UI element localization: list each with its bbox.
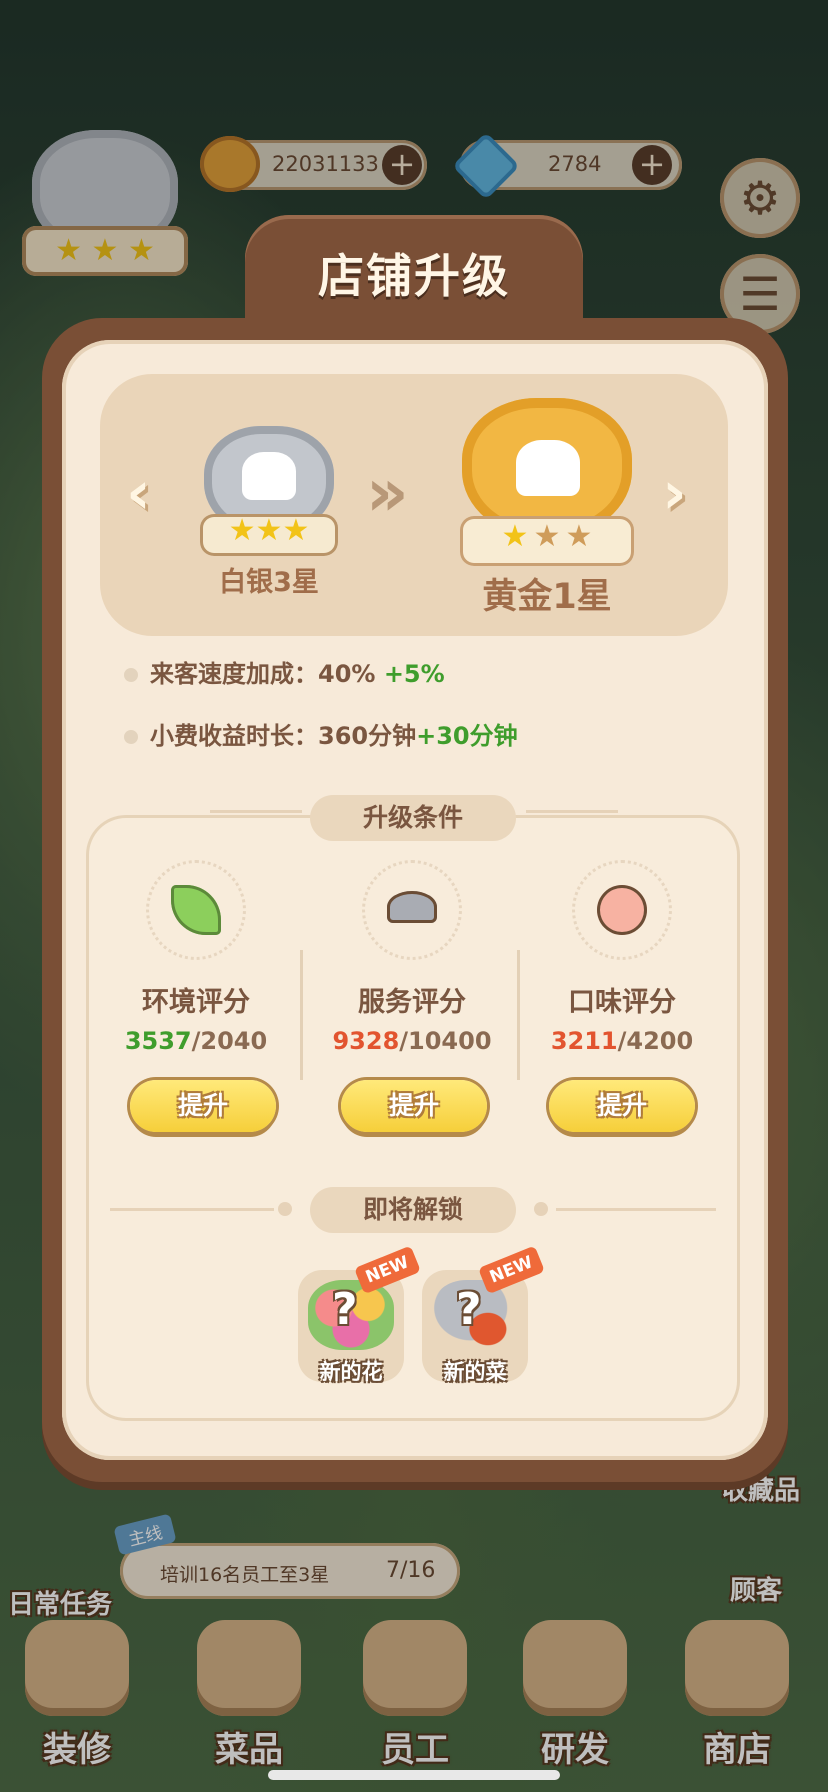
stat-label: 来客速度加成： bbox=[150, 660, 318, 688]
upgrade-arrow-icon: » bbox=[366, 454, 408, 531]
cloche-icon bbox=[387, 891, 437, 923]
chef-hat-icon bbox=[242, 452, 296, 500]
score-target: 4200 bbox=[626, 1027, 694, 1055]
condition-name: 服务评分 bbox=[358, 987, 466, 1018]
next-rank-arrow-icon[interactable]: › bbox=[662, 458, 687, 528]
unknown-mark: ? bbox=[332, 1284, 358, 1335]
leaf-icon bbox=[171, 885, 221, 935]
bullet-dot bbox=[124, 730, 138, 744]
improve-taste-button[interactable]: 提升 bbox=[549, 1080, 695, 1132]
chef-hat-icon bbox=[516, 440, 580, 496]
current-rank-badge: ★★★ bbox=[198, 426, 340, 556]
bullet-dot bbox=[124, 668, 138, 682]
condition-name: 环境评分 bbox=[142, 987, 250, 1018]
condition-score: 3537/2040 bbox=[96, 1027, 296, 1055]
current-rank-label: 白银3星 bbox=[219, 567, 319, 598]
divider-dot bbox=[278, 1202, 292, 1216]
next-rank-label: 黄金1星 bbox=[482, 577, 612, 617]
unlock-label: 新的菜 bbox=[443, 1360, 507, 1384]
prev-rank-arrow-icon[interactable]: ‹ bbox=[126, 458, 151, 528]
dialog-title: 店铺升级 bbox=[318, 249, 510, 303]
current-stars: ★★★ bbox=[200, 514, 338, 556]
condition-environment: 环境评分 3537/2040 bbox=[96, 860, 296, 1055]
score-current: 3211 bbox=[550, 1027, 618, 1055]
divider-dot bbox=[534, 1202, 548, 1216]
unlock-new-flower[interactable]: ? 新的花 NEW bbox=[298, 1245, 422, 1384]
leaf-icon-ring bbox=[146, 860, 246, 960]
divider bbox=[210, 810, 302, 813]
unlock-label: 新的花 bbox=[319, 1360, 383, 1384]
home-indicator[interactable] bbox=[268, 1770, 560, 1780]
condition-taste: 口味评分 3211/4200 bbox=[522, 860, 722, 1055]
unlock-title: 即将解锁 bbox=[310, 1187, 516, 1233]
stat-bonus: +30分钟 bbox=[416, 722, 518, 750]
score-target: 10400 bbox=[408, 1027, 492, 1055]
unknown-mark: ? bbox=[456, 1284, 482, 1335]
stat-value: 40% bbox=[318, 660, 376, 688]
unlock-new-dish[interactable]: ? 新的菜 NEW bbox=[422, 1245, 546, 1384]
divider bbox=[110, 1208, 274, 1211]
next-stars: ★ ★ ★ bbox=[460, 516, 634, 566]
divider bbox=[517, 950, 520, 1080]
stat-value: 360分钟 bbox=[318, 722, 417, 750]
smiley-face-icon bbox=[597, 885, 647, 935]
score-current: 3537 bbox=[124, 1027, 192, 1055]
stat-customer-speed: 来客速度加成：40% +5% bbox=[124, 654, 445, 689]
divider bbox=[526, 810, 618, 813]
condition-score: 3211/4200 bbox=[522, 1027, 722, 1055]
stat-label: 小费收益时长： bbox=[150, 722, 318, 750]
next-rank-badge: ★ ★ ★ bbox=[456, 398, 638, 568]
score-target: 2040 bbox=[200, 1027, 268, 1055]
condition-service: 服务评分 9328/10400 bbox=[312, 860, 512, 1055]
cloche-icon-ring bbox=[362, 860, 462, 960]
score-current: 9328 bbox=[332, 1027, 400, 1055]
condition-name: 口味评分 bbox=[568, 987, 676, 1018]
divider bbox=[300, 950, 303, 1080]
smiley-icon-ring bbox=[572, 860, 672, 960]
improve-service-button[interactable]: 提升 bbox=[341, 1080, 487, 1132]
condition-score: 9328/10400 bbox=[312, 1027, 512, 1055]
stat-tip-duration: 小费收益时长：360分钟+30分钟 bbox=[124, 716, 518, 751]
improve-environment-button[interactable]: 提升 bbox=[130, 1080, 276, 1132]
divider bbox=[556, 1208, 716, 1211]
conditions-title: 升级条件 bbox=[310, 795, 516, 841]
stat-bonus: +5% bbox=[383, 660, 445, 688]
score-separator: / bbox=[399, 1027, 409, 1055]
